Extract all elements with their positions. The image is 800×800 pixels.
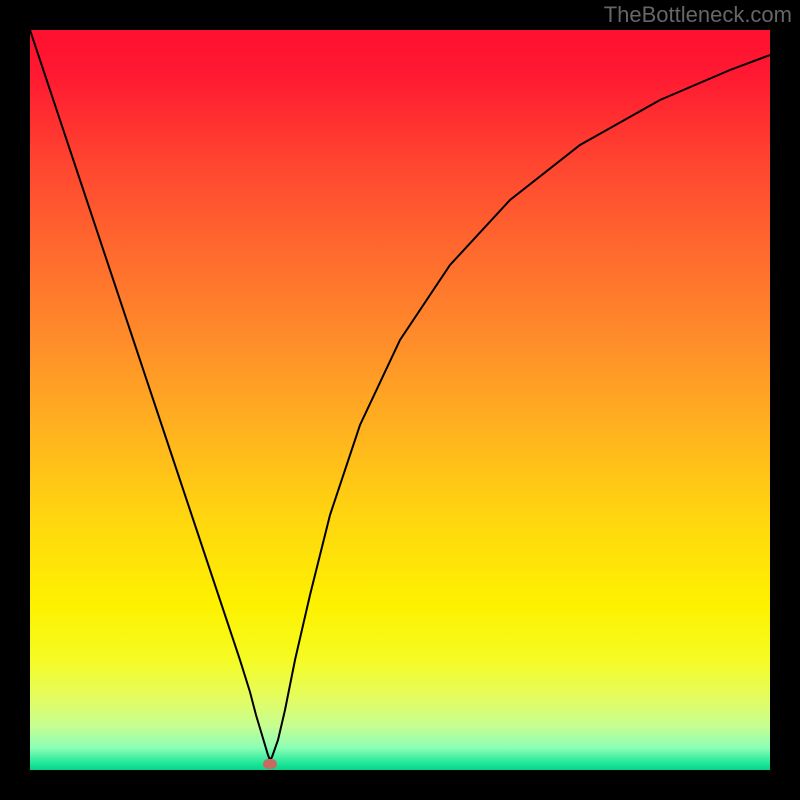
curve-svg [30,30,770,770]
watermark-text: TheBottleneck.com [604,2,792,28]
plot-area [30,30,770,770]
chart-frame: TheBottleneck.com [0,0,800,800]
optimal-point-marker [263,759,277,769]
bottleneck-curve [30,30,770,760]
